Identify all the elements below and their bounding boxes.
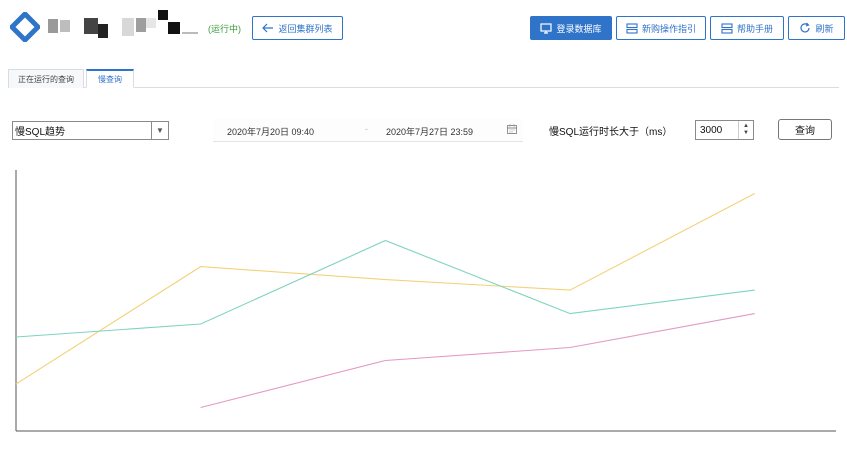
series-line-2 xyxy=(15,239,755,338)
tab-running-queries-label: 正在运行的查询 xyxy=(18,74,74,84)
cluster-status: (运行中) xyxy=(208,24,241,34)
date-separator: - xyxy=(365,124,368,134)
stepper-arrows-icon[interactable]: ▲ ▼ xyxy=(738,121,753,139)
series-line-1 xyxy=(15,193,755,385)
tab-running-queries[interactable]: 正在运行的查询 xyxy=(8,69,84,88)
login-database-label: 登录数据库 xyxy=(556,23,602,34)
series-line-3 xyxy=(200,313,755,409)
tab-slow-queries-label: 慢查询 xyxy=(98,74,122,84)
back-button-label: 返回集群列表 xyxy=(278,23,333,34)
refresh-icon xyxy=(800,22,811,33)
back-to-cluster-list-button[interactable]: 返回集群列表 xyxy=(252,16,343,40)
help-manual-label: 帮助手册 xyxy=(736,23,773,34)
slow-sql-trend-chart xyxy=(15,170,836,432)
query-tabs: 正在运行的查询 慢查询 xyxy=(8,69,839,88)
purchase-guide-label: 新购操作指引 xyxy=(641,23,696,34)
view-select-value: 慢SQL趋势 xyxy=(15,127,66,138)
duration-threshold-input[interactable]: 3000 ▲ ▼ xyxy=(695,120,754,140)
help-manual-button[interactable]: 帮助手册 xyxy=(710,16,784,40)
top-bar: (运行中) 返回集群列表 登录数据库 新购操作指引 帮助手册 刷新 xyxy=(0,0,847,56)
duration-threshold-label: 慢SQL运行时长大于（ms） xyxy=(549,127,673,138)
manual-icon xyxy=(721,22,733,34)
refresh-label: 刷新 xyxy=(815,23,834,34)
purchase-guide-button[interactable]: 新购操作指引 xyxy=(616,16,706,40)
date-end: 2020年7月27日 23:59 xyxy=(386,127,474,137)
guide-icon xyxy=(626,22,638,34)
date-start: 2020年7月20日 09:40 xyxy=(227,127,315,137)
back-arrow-icon xyxy=(262,23,274,33)
masked-cluster-name xyxy=(48,10,198,38)
calendar-icon xyxy=(507,124,517,134)
logo-icon xyxy=(10,12,40,42)
date-range-picker[interactable]: 2020年7月20日 09:40 - 2020年7月27日 23:59 xyxy=(213,119,523,142)
query-button-label: 查询 xyxy=(795,126,815,137)
query-button[interactable]: 查询 xyxy=(778,119,832,140)
view-select[interactable]: 慢SQL趋势 ▼ xyxy=(12,121,169,140)
duration-threshold-value: 3000 xyxy=(700,124,723,136)
dropdown-arrow-icon: ▼ xyxy=(151,122,168,139)
monitor-icon xyxy=(540,22,553,34)
tab-slow-queries[interactable]: 慢查询 xyxy=(86,69,134,88)
login-database-button[interactable]: 登录数据库 xyxy=(530,16,612,40)
refresh-button[interactable]: 刷新 xyxy=(788,16,845,40)
